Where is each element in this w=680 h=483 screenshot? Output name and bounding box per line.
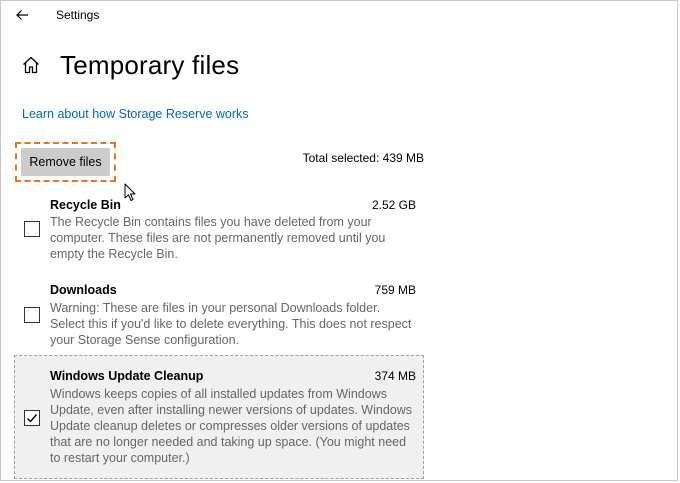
item-size: 759 MB [374,283,416,297]
item-description: Windows keeps copies of all installed up… [50,387,412,465]
item-name: Downloads [50,283,117,297]
recycle-bin-checkbox[interactable] [24,221,40,237]
list-item-recycle-bin: Recycle Bin 2.52 GB The Recycle Bin cont… [14,193,424,267]
checkmark-icon [27,414,38,423]
item-description: The Recycle Bin contains files you have … [50,215,386,261]
total-selected-label: Total selected: 439 MB [302,151,424,165]
app-title: Settings [56,8,100,22]
list-item-windows-update-cleanup: Windows Update Cleanup 374 MB Windows ke… [14,355,424,479]
item-size: 2.52 GB [371,198,416,212]
item-name: Recycle Bin [50,198,121,212]
remove-files-button[interactable]: Remove files [21,148,110,176]
item-description: Warning: These are files in your persona… [50,301,412,347]
windows-update-cleanup-checkbox[interactable] [24,410,40,426]
storage-reserve-link[interactable]: Learn about how Storage Reserve works [22,107,249,121]
home-icon[interactable] [21,55,41,75]
item-name: Windows Update Cleanup [50,369,204,383]
back-arrow-icon[interactable] [14,7,30,23]
title-bar: Settings [0,0,680,30]
page-title: Temporary files [60,50,240,80]
item-size: 374 MB [374,369,416,383]
downloads-checkbox[interactable] [24,307,40,323]
list-item-downloads: Downloads 759 MB Warning: These are file… [14,279,424,353]
